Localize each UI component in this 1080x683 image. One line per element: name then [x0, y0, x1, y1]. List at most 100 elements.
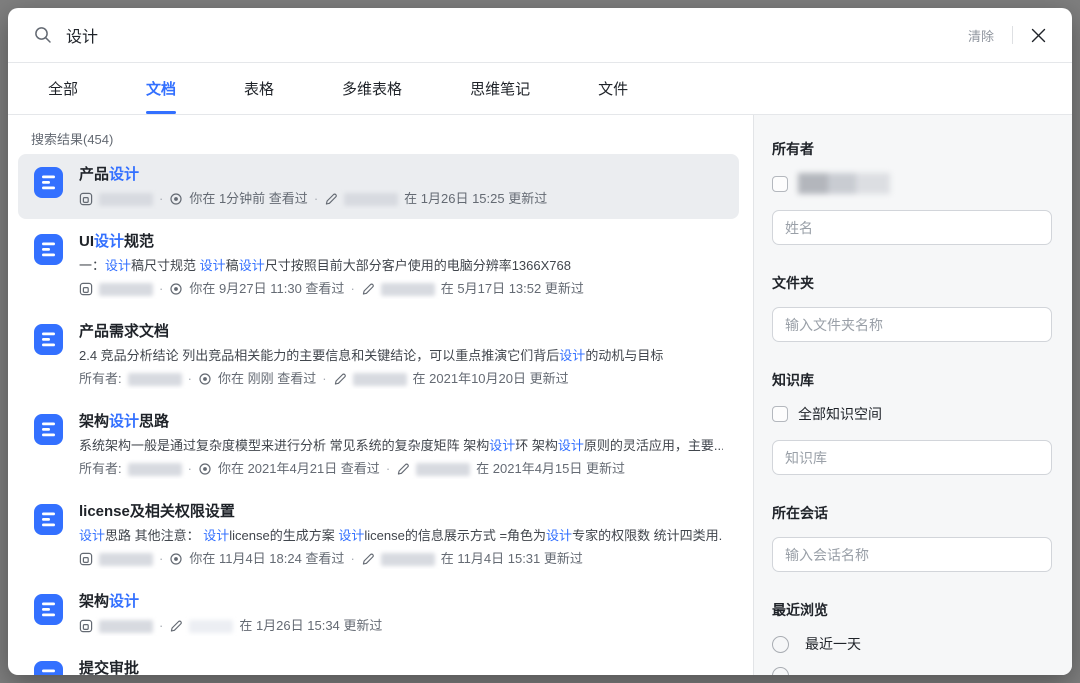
result-row[interactable]: 产品设计 · 你在 1分钟前 查看过 · 在 1月26日 15:25 更新过	[18, 154, 739, 219]
viewed-text: 你在 11月4日 18:24 查看过	[189, 551, 345, 566]
result-title: 产品需求文档	[79, 321, 723, 343]
snippet-segment-highlight: 设计	[557, 438, 584, 453]
tab-文档[interactable]: 文档	[146, 63, 176, 114]
snippet-segment: 原则的灵活应用，主要...	[583, 438, 723, 453]
title-segment-highlight: 设计	[94, 233, 125, 250]
tab-思维笔记[interactable]: 思维笔记	[470, 63, 530, 114]
snippet-segment: license的信息展示方式 =角色为	[364, 528, 547, 543]
snippet-segment-highlight: 设计	[199, 258, 226, 273]
tab-文件[interactable]: 文件	[598, 63, 628, 114]
eye-icon	[199, 463, 211, 475]
redacted-editor	[380, 282, 435, 296]
result-row[interactable]: UI设计规范 一：设计稿尺寸规范 设计稿设计尺寸按照目前大部分客户使用的电脑分辨率…	[18, 221, 739, 309]
snippet-segment: 尺寸按照目前大部分客户使用的电脑分辨率1366X768	[264, 258, 571, 273]
pencil-icon	[362, 283, 374, 295]
pencil-icon	[362, 553, 374, 565]
title-segment: 架构	[79, 593, 110, 610]
filter-folder-title: 文件夹	[772, 275, 814, 291]
snippet-segment-highlight: 设计	[203, 528, 230, 543]
separator-dot: ·	[322, 371, 327, 386]
owner-name-input[interactable]	[772, 210, 1052, 245]
title-segment-highlight: 设计	[109, 413, 140, 430]
tab-全部[interactable]: 全部	[48, 63, 78, 114]
snippet-segment-highlight: 设计	[338, 528, 365, 543]
result-row[interactable]: 架构设计 · 在 1月26日 15:34 更新过	[18, 581, 739, 646]
edited-text: 在 5月17日 13:52 更新过	[440, 281, 584, 296]
chat-name-input[interactable]	[772, 537, 1052, 572]
filter-sidebar: 所有者 文件夹 知识库 全部知识空间 所在会话	[753, 115, 1072, 675]
result-title: 产品设计	[79, 164, 723, 186]
snippet-segment: 系统架构一般是通过复杂度模型来进行分析 常见系统的复杂度矩阵 架构	[79, 438, 490, 453]
title-segment: 规范	[124, 233, 155, 250]
filter-chat-title: 所在会话	[772, 505, 828, 521]
separator-dot: ·	[159, 191, 164, 206]
separator-dot: ·	[187, 461, 192, 476]
clipped-radio[interactable]	[772, 667, 789, 675]
title-segment-highlight: 设计	[109, 593, 140, 610]
result-meta: · 在 1月26日 15:34 更新过	[79, 616, 723, 636]
tab-表格[interactable]: 表格	[244, 63, 274, 114]
search-input[interactable]	[66, 26, 968, 44]
result-body: 架构设计思路 系统架构一般是通过复杂度模型来进行分析 常见系统的复杂度矩阵 架构设…	[79, 411, 723, 479]
redacted-name	[127, 372, 182, 386]
results-list: 产品设计 · 你在 1分钟前 查看过 · 在 1月26日 15:25 更新过 UI…	[8, 154, 753, 675]
filter-folder: 文件夹	[772, 273, 1052, 342]
recent-day-radio[interactable]	[772, 635, 789, 653]
result-row[interactable]: 架构设计思路 系统架构一般是通过复杂度模型来进行分析 常见系统的复杂度矩阵 架构设…	[18, 401, 739, 489]
snippet-segment-highlight: 设计	[559, 348, 586, 363]
owner-label: 所有者:	[79, 371, 122, 386]
tab-多维表格[interactable]: 多维表格	[342, 63, 402, 114]
snippet-segment: 2.4 竞品分析结论 列出竞品相关能力的主要信息和关键结论，可以重点推演它们背后	[79, 348, 560, 363]
title-segment: 思路	[139, 413, 170, 430]
redacted-name	[99, 552, 153, 566]
title-segment: 产品需求文档	[79, 323, 170, 340]
result-meta: 所有者: · 你在 2021年4月21日 查看过 · 在 2021年4月15日 更新…	[79, 459, 723, 479]
recent-day-label: 最近一天	[805, 636, 861, 652]
results-count: 搜索结果(454)	[31, 132, 114, 147]
result-row[interactable]: 产品需求文档 2.4 竞品分析结论 列出竞品相关能力的主要信息和关键结论，可以重点…	[18, 311, 739, 399]
snippet-segment-highlight: 设计	[546, 528, 573, 543]
viewed-text: 你在 9月27日 11:30 查看过	[189, 281, 345, 296]
result-body: UI设计规范 一：设计稿尺寸规范 设计稿设计尺寸按照目前大部分客户使用的电脑分辨率…	[79, 231, 723, 299]
separator-dot: ·	[350, 281, 355, 296]
snippet-segment: 思路 其他注意：	[105, 528, 204, 543]
doc-icon	[34, 661, 63, 675]
search-icon	[35, 27, 51, 43]
folder-name-input[interactable]	[772, 307, 1052, 342]
folder-icon	[79, 619, 93, 633]
results-panel: 搜索结果(454) 产品设计 · 你在 1分钟前 查看过 · 在 1月26日 15…	[8, 115, 753, 675]
result-body: license及相关权限设置 设计思路 其他注意： 设计license的生成方案 …	[79, 501, 723, 569]
separator-dot: ·	[350, 551, 355, 566]
result-row[interactable]: license及相关权限设置 设计思路 其他注意： 设计license的生成方案 …	[18, 491, 739, 579]
wiki-all-checkbox[interactable]	[772, 406, 788, 422]
snippet-segment: 稿	[225, 258, 239, 273]
pencil-icon	[171, 620, 183, 632]
redacted-editor	[352, 372, 407, 386]
result-title: 提交审批	[79, 658, 723, 675]
result-meta: · 你在 1分钟前 查看过 · 在 1月26日 15:25 更新过	[79, 189, 723, 209]
edited-text: 在 1月26日 15:34 更新过	[239, 618, 383, 633]
result-row[interactable]: 提交审批	[18, 648, 739, 675]
close-icon[interactable]	[1031, 28, 1046, 43]
wiki-input[interactable]	[772, 440, 1052, 475]
clear-search-button[interactable]: 清除	[968, 26, 994, 45]
result-meta: 所有者: · 你在 刚刚 查看过 · 在 2021年10月20日 更新过	[79, 369, 723, 389]
title-segment: license及相关权限设置	[79, 503, 235, 520]
viewed-text: 你在 刚刚 查看过	[217, 371, 317, 386]
wiki-all-label: 全部知识空间	[798, 406, 882, 422]
filter-owner-title: 所有者	[772, 141, 814, 157]
title-segment: 提交审批	[79, 660, 140, 675]
snippet-segment-highlight: 设计	[79, 528, 106, 543]
result-title: license及相关权限设置	[79, 501, 723, 523]
result-meta: · 你在 11月4日 18:24 查看过 · 在 11月4日 15:31 更新过	[79, 549, 723, 569]
redacted-editor	[189, 619, 234, 633]
result-snippet: 2.4 竞品分析结论 列出竞品相关能力的主要信息和关键结论，可以重点推演它们背后…	[79, 345, 723, 366]
edited-text: 在 2021年10月20日 更新过	[412, 371, 569, 386]
result-body: 产品需求文档 2.4 竞品分析结论 列出竞品相关能力的主要信息和关键结论，可以重点…	[79, 321, 723, 389]
owner-checkbox[interactable]	[772, 175, 788, 192]
snippet-segment-highlight: 设计	[105, 258, 132, 273]
result-snippet: 一：设计稿尺寸规范 设计稿设计尺寸按照目前大部分客户使用的电脑分辨率1366X7…	[79, 255, 723, 276]
filter-wiki-title: 知识库	[772, 372, 814, 388]
snippet-segment-highlight: 设计	[238, 258, 265, 273]
folder-icon	[79, 552, 93, 566]
